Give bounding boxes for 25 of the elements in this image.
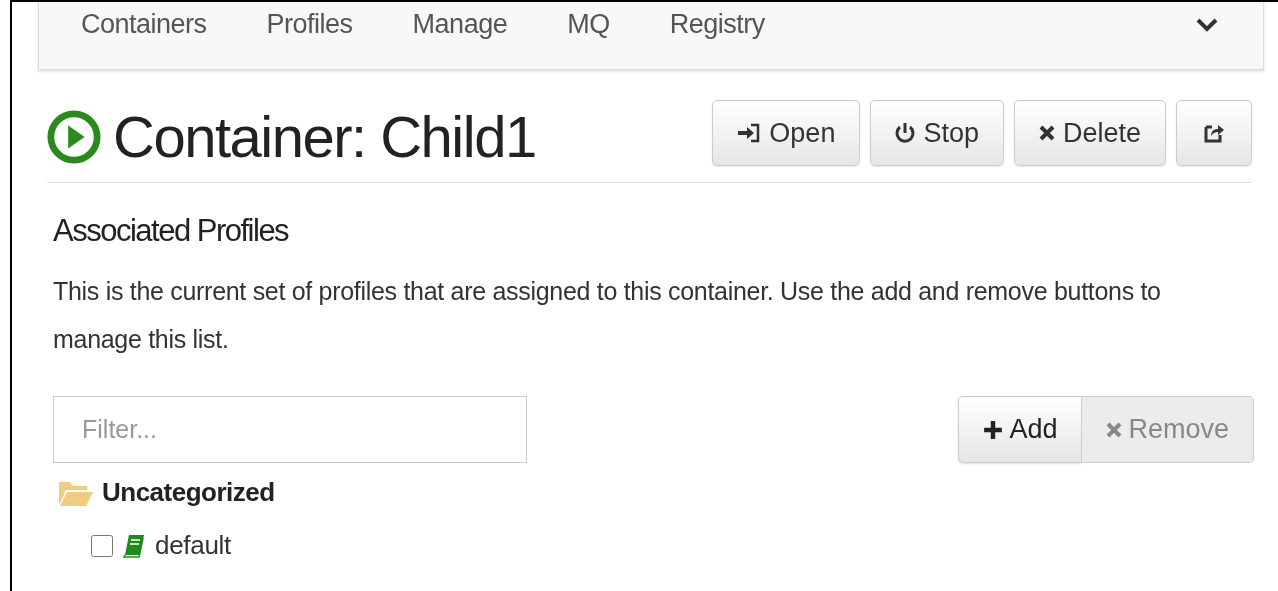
- close-icon: [1038, 125, 1055, 141]
- nav-link[interactable]: MQ: [567, 9, 610, 40]
- delete-button[interactable]: Delete: [1013, 100, 1166, 166]
- open-button[interactable]: Open: [712, 100, 861, 166]
- section-heading: Associated Profiles: [53, 213, 290, 249]
- plus-icon: [983, 419, 1004, 440]
- nav-link[interactable]: Containers: [81, 9, 207, 40]
- nav-link[interactable]: Profiles: [266, 9, 353, 40]
- book-icon: [123, 533, 145, 558]
- stop-button[interactable]: Stop: [870, 100, 1004, 166]
- profile-checkbox[interactable]: [91, 534, 113, 557]
- nav-link[interactable]: Registry: [669, 9, 765, 40]
- share-button[interactable]: [1176, 100, 1252, 166]
- page-title: Container: Child1: [113, 102, 536, 170]
- add-button[interactable]: Add: [958, 396, 1083, 463]
- close-icon: [1106, 421, 1123, 438]
- chevron-down-icon[interactable]: [1195, 16, 1219, 33]
- nav-link[interactable]: Manage: [412, 9, 508, 40]
- power-icon: [895, 122, 916, 144]
- share-icon: [1203, 122, 1225, 144]
- section-description: This is the current set of profiles that are assigned to this container. Use the add and remove buttons to manage this list.: [53, 276, 1162, 355]
- profile-label[interactable]: default: [155, 530, 231, 561]
- sign-in-icon: [737, 123, 762, 143]
- tree-folder-label[interactable]: Uncategorized: [102, 477, 275, 508]
- filter-field[interactable]: Filter...: [53, 396, 527, 463]
